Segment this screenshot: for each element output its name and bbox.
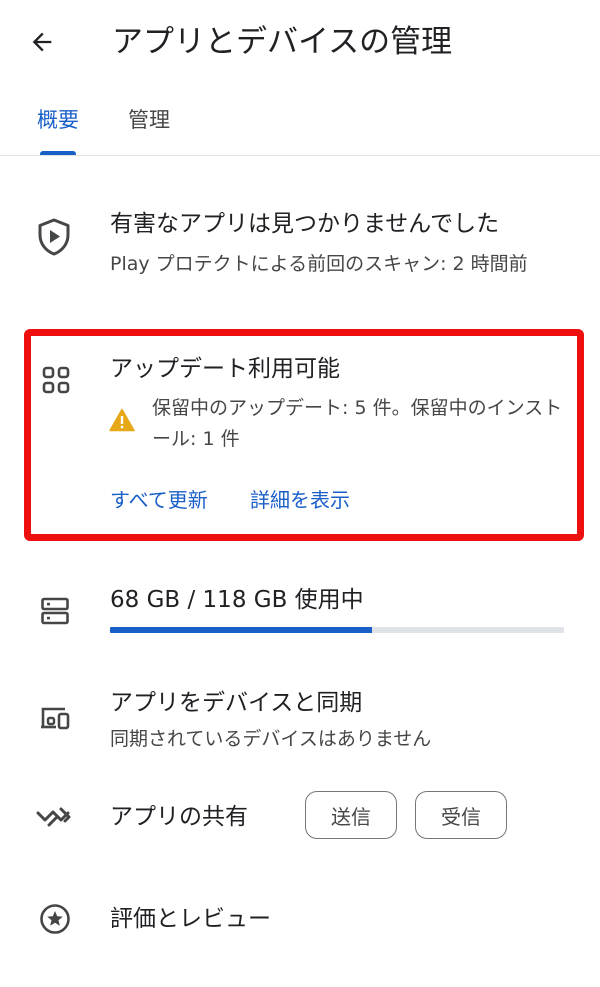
storage-usage-text[interactable]: 68 GB / 118 GB 使用中	[110, 583, 364, 617]
tab-overview[interactable]: 概要	[37, 104, 79, 140]
storage-progress-bar	[110, 627, 564, 633]
show-details-button[interactable]: 詳細を表示	[250, 484, 350, 516]
protect-last-scan: Play プロテクトによる前回のスキャン: 2 時間前	[110, 253, 528, 275]
updates-available-title[interactable]: アップデート利用可能	[110, 352, 340, 386]
sync-status-text: 同期されているデバイスはありません	[110, 728, 432, 750]
pending-updates-text: 保留中のアップデート: 5 件。保留中のインストール: 1 件	[152, 397, 563, 450]
receive-button[interactable]: 受信	[415, 791, 507, 839]
send-button[interactable]: 送信	[305, 791, 397, 839]
warning-icon	[108, 407, 136, 433]
star-circle-icon	[36, 900, 74, 938]
share-apps-title: アプリの共有	[110, 804, 248, 830]
apps-grid-icon	[38, 362, 74, 398]
back-button[interactable]	[18, 20, 66, 64]
page-title: アプリとデバイスの管理	[112, 24, 453, 60]
tab-manage[interactable]: 管理	[128, 104, 170, 140]
tab-divider	[0, 155, 600, 156]
storage-icon	[36, 592, 74, 630]
storage-progress-fill	[110, 627, 372, 633]
ratings-reviews-link[interactable]: 評価とレビュー	[110, 902, 271, 936]
play-protect-shield-icon	[34, 217, 74, 257]
nearby-share-icon	[34, 799, 76, 835]
devices-icon	[36, 699, 74, 737]
arrow-back-icon	[32, 32, 52, 52]
protect-status-title[interactable]: 有害なアプリは見つかりませんでした	[110, 207, 499, 241]
sync-apps-title[interactable]: アプリをデバイスと同期	[110, 686, 362, 720]
update-all-button[interactable]: すべて更新	[110, 484, 208, 516]
